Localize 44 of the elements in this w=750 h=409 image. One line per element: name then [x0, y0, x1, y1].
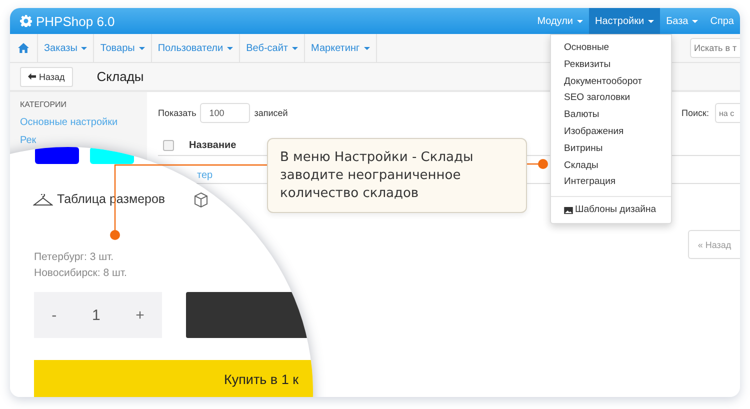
page-title: Склады: [96, 69, 144, 84]
show-label: Показать: [158, 108, 196, 118]
sidebar-heading: КАТЕГОРИИ: [20, 100, 68, 109]
menu-item[interactable]: Интеграция: [551, 174, 671, 192]
leader-line: [527, 159, 548, 169]
app-title: PHPShop 6.0: [36, 14, 115, 28]
plus-button[interactable]: +: [136, 306, 144, 324]
quantity-value: 1: [92, 306, 100, 324]
search-label: Поиск:: [682, 108, 709, 118]
column-header: Название: [189, 140, 236, 150]
select-all-checkbox[interactable]: [163, 140, 174, 150]
gear-icon: [20, 15, 32, 27]
top-menu-item[interactable]: Настройки: [589, 8, 660, 34]
callout-note: В меню Настройки - Склады заводите неограниченное количество складов: [267, 138, 527, 213]
menu-item[interactable]: Валюты: [551, 107, 671, 124]
hanger-icon: [33, 194, 53, 206]
image-icon: [564, 207, 573, 214]
page-size-field[interactable]: 100: [200, 103, 250, 123]
minus-button[interactable]: -: [52, 306, 57, 324]
nav-menu-item[interactable]: Пользователи: [152, 34, 240, 62]
nav-menu-item[interactable]: Заказы: [38, 34, 94, 62]
nav-menu-item[interactable]: Товары: [94, 34, 152, 62]
menu-item[interactable]: Основные: [551, 40, 671, 57]
records-label: записей: [254, 108, 288, 118]
color-swatch[interactable]: [35, 147, 79, 164]
search-field[interactable]: Искать в т: [690, 38, 740, 58]
menu-item[interactable]: Шаблоны дизайна: [551, 202, 671, 219]
home-icon: [18, 43, 29, 53]
menu-item[interactable]: Реквизиты: [551, 56, 671, 74]
nav-menu-item[interactable]: Маркетинг: [305, 34, 377, 62]
stock-text: Петербург: 3 шт.: [34, 250, 115, 265]
back-button[interactable]: Назад: [20, 66, 73, 86]
menu-item[interactable]: Документооборот: [551, 74, 671, 90]
arrow-left-icon: [28, 73, 36, 80]
box-icon: [193, 192, 209, 208]
menu-item[interactable]: SEO заголовки: [551, 90, 671, 108]
stock-text: Новосибирск: 8 шт.: [34, 266, 127, 281]
nav-menu-item[interactable]: Веб-сайт: [240, 34, 306, 62]
menu-item[interactable]: Изображения: [551, 124, 671, 141]
quantity-stepper[interactable]: - 1 +: [34, 292, 162, 338]
menu-item[interactable]: Склады: [551, 158, 671, 174]
menu-item[interactable]: Витрины: [551, 140, 671, 158]
search-field[interactable]: на с: [715, 103, 740, 123]
buy-button[interactable]: Купить в 1 к: [34, 360, 313, 397]
